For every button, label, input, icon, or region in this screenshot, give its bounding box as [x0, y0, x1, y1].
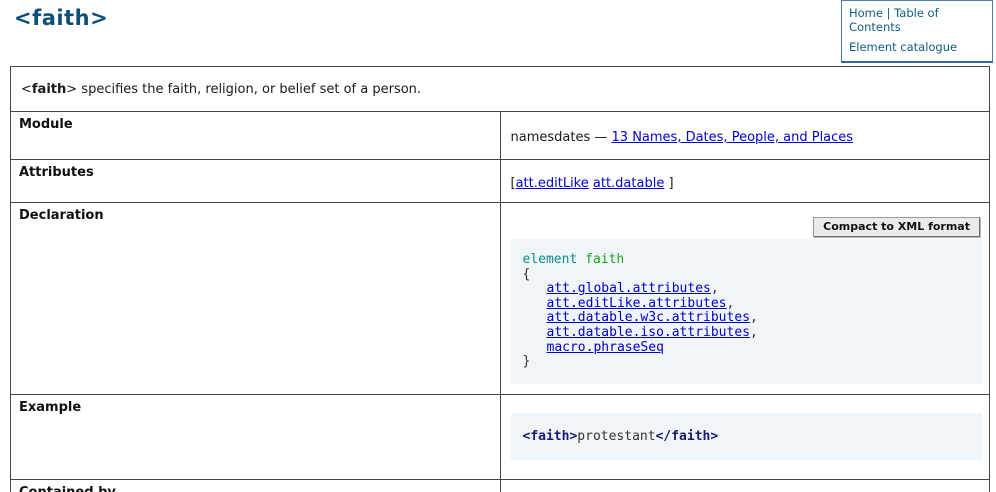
module-cell: namesdates — 13 Names, Dates, People, an…	[500, 112, 990, 160]
code-link-att-datable-iso-attributes[interactable]: att.datable.iso.attributes	[547, 325, 751, 340]
module-label: Module	[11, 112, 501, 160]
compact-to-xml-button[interactable]: Compact to XML format	[813, 217, 980, 237]
nav-line-primary: Home | Table of Contents	[849, 6, 985, 34]
module-name: namesdates	[511, 130, 591, 145]
example-close-tag: </faith>	[656, 429, 719, 444]
declaration-code-block: element faith { att.global.attributes, a…	[511, 239, 983, 384]
code-keyword-element: element	[523, 252, 578, 267]
declaration-toolbar: Compact to XML format	[501, 217, 981, 237]
code-member-line: att.datable.w3c.attributes,	[523, 311, 971, 326]
nav-box: Home | Table of Contents Element catalog…	[841, 0, 993, 63]
description-row: <faith> specifies the faith, religion, o…	[11, 67, 990, 112]
module-row: Module namesdates — 13 Names, Dates, Peo…	[11, 112, 990, 160]
element-reference-page: <faith> Home | Table of Contents Element…	[0, 0, 996, 492]
example-label: Example	[11, 395, 501, 480]
attributes-cell: [att.editLike att.datable ]	[500, 160, 990, 203]
code-link-att-datable-w3c-attributes[interactable]: att.datable.w3c.attributes	[547, 310, 751, 325]
attributes-row: Attributes [att.editLike att.datable ]	[11, 160, 990, 203]
code-link-macro-phraseseq[interactable]: macro.phraseSeq	[547, 340, 664, 355]
attributes-label: Attributes	[11, 160, 501, 203]
description-open-bracket: <	[21, 82, 32, 97]
element-spec-table: <faith> specifies the faith, religion, o…	[10, 66, 990, 492]
code-close-brace: }	[523, 355, 971, 370]
declaration-row: Declaration Compact to XML format elemen…	[11, 203, 990, 395]
code-member-line: att.global.attributes,	[523, 282, 971, 297]
nav-line-secondary: Element catalogue	[849, 40, 985, 54]
code-link-att-editlike-attributes[interactable]: att.editLike.attributes	[547, 296, 727, 311]
code-member-line: macro.phraseSeq	[523, 341, 971, 356]
page-title: <faith>	[14, 6, 108, 30]
example-row: Example <faith>protestant</faith>	[11, 395, 990, 480]
code-member-suffix: ,	[711, 281, 719, 296]
example-code-block: <faith>protestant</faith>	[511, 413, 983, 460]
attributes-close-bracket: ]	[668, 176, 673, 191]
description-tag-name: faith	[32, 82, 66, 97]
description-text: > specifies the faith, religion, or beli…	[66, 82, 421, 97]
module-chapter-link[interactable]: 13 Names, Dates, People, and Places	[612, 130, 854, 145]
nav-separator: |	[887, 6, 891, 20]
code-element-name: faith	[585, 252, 624, 267]
example-content-text: protestant	[577, 429, 655, 444]
code-link-att-global-attributes[interactable]: att.global.attributes	[547, 281, 711, 296]
contained-by-label: Contained by	[11, 480, 501, 492]
example-open-tag: <faith>	[523, 429, 578, 444]
declaration-cell: Compact to XML format element faith { at…	[500, 203, 990, 395]
code-member-suffix: ,	[750, 310, 758, 325]
code-member-line: att.editLike.attributes,	[523, 297, 971, 312]
code-member-suffix: ,	[750, 325, 758, 340]
description-cell: <faith> specifies the faith, religion, o…	[11, 67, 990, 112]
nav-element-catalogue-link[interactable]: Element catalogue	[849, 40, 957, 54]
code-member-suffix: ,	[727, 296, 735, 311]
declaration-label: Declaration	[11, 203, 501, 395]
nav-home-link[interactable]: Home	[849, 6, 883, 20]
contained-by-row: Contained by model.persTraitLike	[11, 480, 990, 492]
example-cell: <faith>protestant</faith>	[500, 395, 990, 480]
module-dash: —	[594, 130, 607, 145]
contained-by-cell: model.persTraitLike	[500, 480, 990, 492]
attribute-class-link-editlike[interactable]: att.editLike	[516, 176, 589, 191]
code-open-brace: {	[523, 268, 971, 283]
code-member-line: att.datable.iso.attributes,	[523, 326, 971, 341]
attribute-class-link-datable[interactable]: att.datable	[593, 176, 664, 191]
code-line-element: element faith	[523, 253, 971, 268]
